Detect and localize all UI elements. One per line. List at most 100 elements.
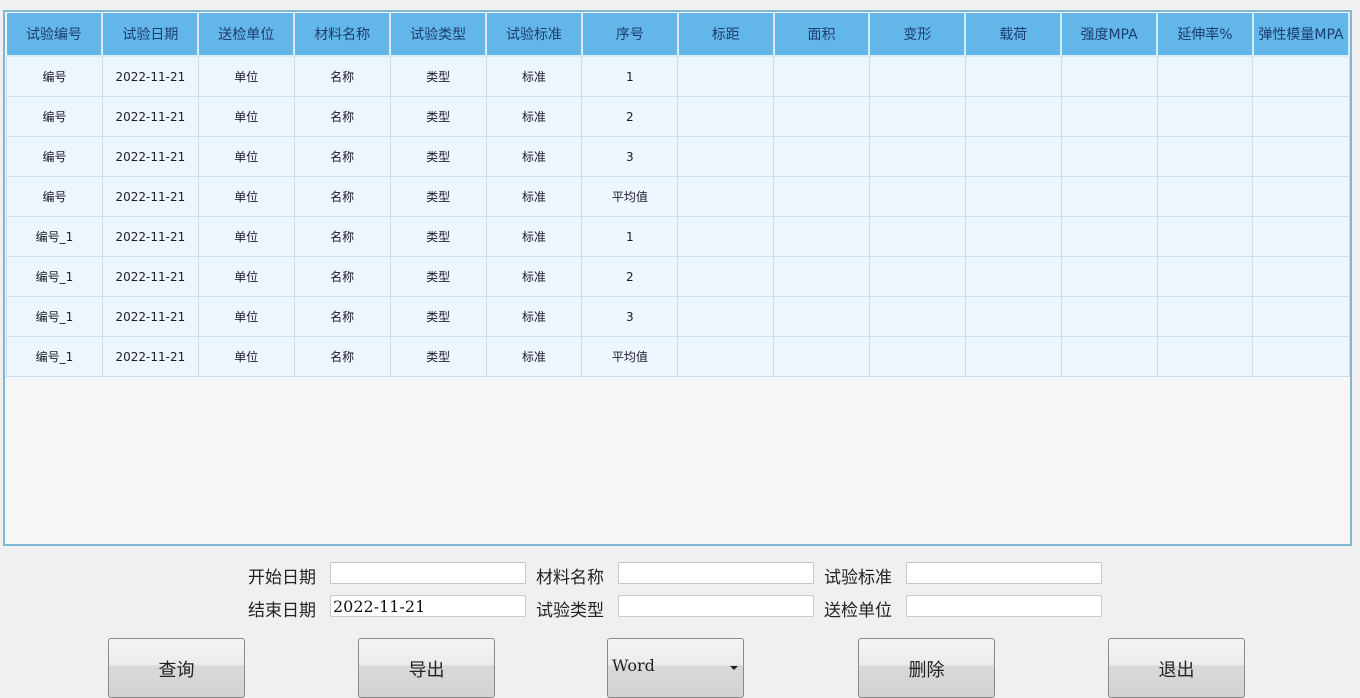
table-cell[interactable]: 单位 — [197, 176, 295, 217]
table-cell[interactable]: 类型 — [389, 176, 487, 217]
table-cell[interactable]: 单位 — [197, 136, 295, 177]
table-cell[interactable] — [964, 55, 1062, 97]
table-cell[interactable]: 2022-11-21 — [101, 216, 199, 257]
exit-button[interactable]: 退出 — [1108, 638, 1245, 698]
table-cell[interactable] — [1060, 256, 1158, 297]
column-header[interactable]: 送检单位 — [197, 13, 296, 57]
table-cell[interactable]: 名称 — [293, 55, 391, 97]
table-cell[interactable] — [773, 136, 870, 177]
column-header[interactable]: 面积 — [772, 13, 871, 57]
table-cell[interactable]: 2022-11-21 — [101, 55, 199, 97]
table-cell[interactable]: 名称 — [293, 176, 391, 217]
table-row[interactable]: 编号 2022-11-21 单位 名称 类型 标准 平均值 — [6, 176, 1350, 217]
table-cell[interactable] — [1156, 296, 1254, 337]
table-cell[interactable]: 2022-11-21 — [101, 256, 199, 297]
table-cell[interactable] — [677, 216, 775, 257]
table-cell[interactable]: 编号 — [6, 55, 103, 97]
table-cell[interactable]: 编号 — [6, 176, 103, 217]
table-cell[interactable] — [868, 55, 966, 97]
table-row[interactable]: 编号 2022-11-21 单位 名称 类型 标准 1 — [6, 55, 1350, 97]
results-grid[interactable]: 试验编号 试验日期 送检单位 材料名称 试验类型 试验标准 序号 标距 面积 变形 载荷 强度MPA 延… — [3, 10, 1352, 546]
table-cell[interactable] — [1252, 336, 1350, 377]
table-cell[interactable] — [964, 136, 1062, 177]
material-name-input[interactable] — [618, 562, 814, 584]
table-cell[interactable]: 单位 — [197, 336, 295, 377]
table-cell[interactable]: 名称 — [293, 256, 391, 297]
table-cell[interactable] — [773, 216, 870, 257]
table-cell[interactable] — [677, 55, 775, 97]
table-cell[interactable] — [1060, 96, 1158, 137]
table-row[interactable]: 编号_1 2022-11-21 单位 名称 类型 标准 平均值 — [6, 336, 1350, 377]
column-header[interactable]: 延伸率% — [1156, 13, 1254, 57]
table-cell[interactable] — [1156, 136, 1254, 177]
table-cell[interactable]: 平均值 — [581, 176, 679, 217]
table-cell[interactable]: 平均值 — [581, 336, 679, 377]
table-cell[interactable] — [1060, 336, 1158, 377]
table-cell[interactable] — [773, 176, 870, 217]
end-date-input[interactable]: 2022-11-21 — [330, 595, 526, 617]
table-row[interactable]: 编号 2022-11-21 单位 名称 类型 标准 2 — [6, 96, 1350, 137]
table-cell[interactable]: 1 — [581, 216, 679, 257]
table-cell[interactable]: 单位 — [197, 96, 295, 137]
table-cell[interactable]: 编号_1 — [6, 336, 103, 377]
column-header[interactable]: 变形 — [868, 13, 967, 57]
table-cell[interactable] — [1060, 136, 1158, 177]
table-cell[interactable]: 标准 — [485, 216, 583, 257]
table-cell[interactable] — [868, 336, 966, 377]
table-cell[interactable] — [773, 55, 870, 97]
table-cell[interactable] — [1060, 296, 1158, 337]
table-cell[interactable]: 标准 — [485, 256, 583, 297]
table-cell[interactable]: 类型 — [389, 55, 487, 97]
table-cell[interactable] — [964, 296, 1062, 337]
table-cell[interactable]: 编号_1 — [6, 216, 103, 257]
table-cell[interactable]: 2 — [581, 256, 679, 297]
table-cell[interactable] — [964, 256, 1062, 297]
export-button[interactable]: 导出 — [358, 638, 495, 698]
table-cell[interactable]: 名称 — [293, 96, 391, 137]
table-cell[interactable]: 2 — [581, 96, 679, 137]
test-type-input[interactable] — [618, 595, 814, 617]
table-cell[interactable] — [1252, 216, 1350, 257]
table-cell[interactable]: 1 — [581, 55, 679, 97]
table-cell[interactable]: 编号 — [6, 96, 103, 137]
table-cell[interactable]: 标准 — [485, 96, 583, 137]
table-cell[interactable] — [1060, 216, 1158, 257]
export-format-select[interactable]: Word — [607, 638, 744, 698]
table-cell[interactable]: 类型 — [389, 136, 487, 177]
table-cell[interactable]: 编号 — [6, 136, 103, 177]
table-cell[interactable]: 单位 — [197, 55, 295, 97]
table-cell[interactable]: 3 — [581, 296, 679, 337]
column-header[interactable]: 材料名称 — [293, 13, 392, 57]
table-cell[interactable] — [868, 216, 966, 257]
table-cell[interactable] — [1252, 296, 1350, 337]
table-cell[interactable] — [1252, 136, 1350, 177]
table-row[interactable]: 编号_1 2022-11-21 单位 名称 类型 标准 2 — [6, 256, 1350, 297]
table-cell[interactable] — [1156, 55, 1254, 97]
table-cell[interactable]: 标准 — [485, 136, 583, 177]
table-cell[interactable]: 单位 — [197, 216, 295, 257]
table-cell[interactable] — [773, 336, 870, 377]
table-cell[interactable]: 标准 — [485, 296, 583, 337]
table-cell[interactable]: 单位 — [197, 256, 295, 297]
column-header[interactable]: 试验标准 — [485, 13, 583, 57]
table-cell[interactable] — [677, 96, 775, 137]
table-cell[interactable] — [964, 216, 1062, 257]
table-cell[interactable] — [868, 96, 966, 137]
table-row[interactable]: 编号 2022-11-21 单位 名称 类型 标准 3 — [6, 136, 1350, 177]
table-cell[interactable] — [773, 256, 870, 297]
table-cell[interactable] — [1156, 336, 1254, 377]
table-cell[interactable] — [1156, 96, 1254, 137]
column-header[interactable]: 试验类型 — [389, 13, 488, 57]
table-cell[interactable]: 名称 — [293, 216, 391, 257]
submit-unit-input[interactable] — [906, 595, 1102, 617]
table-cell[interactable] — [773, 296, 870, 337]
column-header[interactable]: 序号 — [580, 13, 679, 57]
table-cell[interactable] — [1156, 256, 1254, 297]
column-header[interactable]: 载荷 — [964, 13, 1063, 57]
table-row[interactable]: 编号_1 2022-11-21 单位 名称 类型 标准 3 — [6, 296, 1350, 337]
table-row[interactable]: 编号_1 2022-11-21 单位 名称 类型 标准 1 — [6, 216, 1350, 257]
table-cell[interactable] — [773, 96, 870, 137]
table-cell[interactable]: 2022-11-21 — [101, 136, 199, 177]
table-cell[interactable]: 类型 — [389, 256, 487, 297]
table-cell[interactable] — [1060, 55, 1158, 97]
